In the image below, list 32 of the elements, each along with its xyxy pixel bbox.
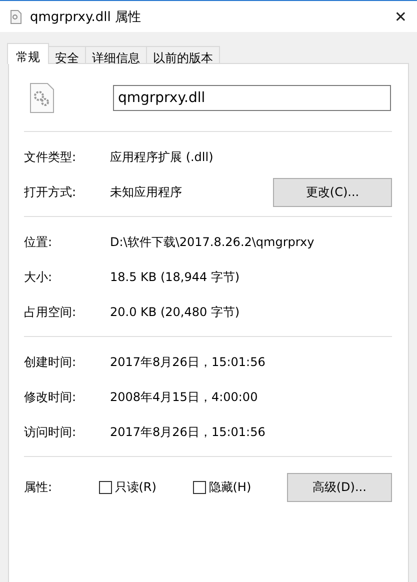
field-value: 2017年8月26日，15:01:56 xyxy=(110,354,266,371)
advanced-button[interactable]: 高级(D)... xyxy=(286,472,392,502)
field-label: 位置: xyxy=(24,234,54,251)
checkbox[interactable] xyxy=(98,480,112,494)
checkbox-label[interactable]: 隐藏(H) xyxy=(208,478,252,496)
file-name-field[interactable]: qmgrprxy.dll xyxy=(113,84,391,110)
checkbox[interactable] xyxy=(192,480,206,494)
change-button[interactable]: 更改(C)... xyxy=(273,178,392,207)
tab[interactable]: 安全 xyxy=(48,46,86,63)
tab[interactable]: 详细信息 xyxy=(85,46,147,63)
field-value: 2008年4月15日，4:00:00 xyxy=(110,389,259,406)
field-label: 属性: xyxy=(24,478,54,496)
window-title: qmgrprxy.dll 属性 xyxy=(30,8,142,26)
tab[interactable]: 以前的版本 xyxy=(146,46,220,63)
checkbox-label[interactable]: 只读(R) xyxy=(114,478,156,496)
file-icon xyxy=(10,10,22,24)
field-label: 修改时间: xyxy=(24,389,78,406)
field-label: 打开方式: xyxy=(24,184,78,201)
field-value: D:\软件下载\2017.8.26.2\qmgrprxy xyxy=(110,234,316,251)
field-label: 创建时间: xyxy=(24,354,78,371)
field-value: 未知应用程序 xyxy=(110,184,183,201)
field-label: 访问时间: xyxy=(24,424,78,441)
close-button[interactable]: ✕ xyxy=(394,8,407,26)
field-label: 文件类型: xyxy=(24,149,78,166)
field-value: 应用程序扩展 (.dll) xyxy=(110,149,214,166)
field-label: 占用空间: xyxy=(24,304,78,321)
tab[interactable]: 常规 xyxy=(7,43,49,64)
field-label: 大小: xyxy=(24,269,54,286)
field-value: 2017年8月26日，15:01:56 xyxy=(110,424,266,441)
field-value: 20.0 KB (20,480 字节) xyxy=(110,304,241,321)
field-value: 18.5 KB (18,944 字节) xyxy=(110,269,241,286)
gear-file-icon xyxy=(30,82,54,112)
